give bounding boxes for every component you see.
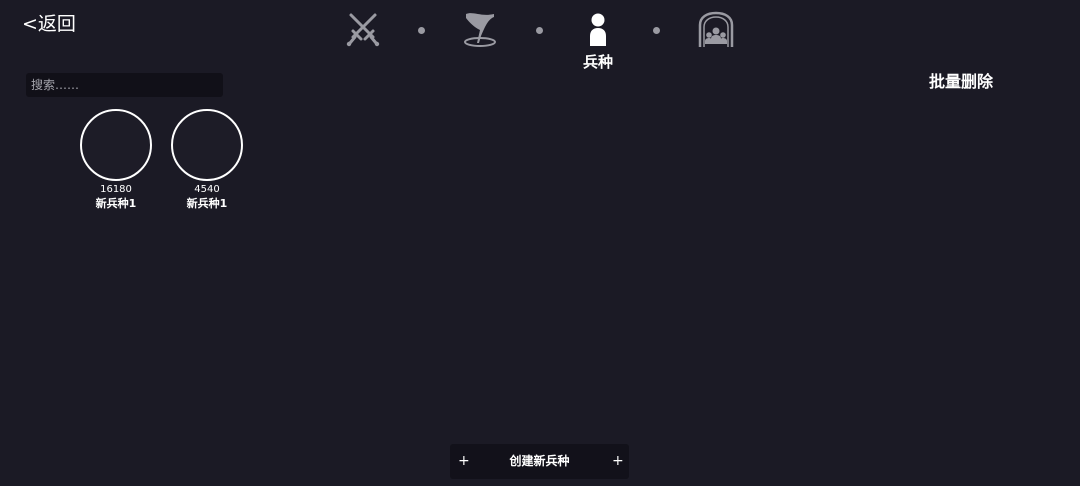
soldier-icon: [590, 13, 606, 46]
create-unit-button[interactable]: + 创建新兵种 +: [450, 444, 629, 479]
step-navigation: 兵种: [0, 10, 1080, 80]
unit-count: 4540: [194, 184, 220, 195]
plus-icon: +: [612, 453, 624, 469]
nav-step-flag[interactable]: [450, 10, 510, 74]
search-input[interactable]: [26, 73, 223, 97]
nav-step-unit-type[interactable]: 兵种: [568, 10, 628, 74]
nav-separator-dot: [536, 27, 543, 34]
create-unit-label: 创建新兵种: [509, 454, 570, 468]
army-group-icon: [698, 11, 734, 47]
unit-name: 新兵种1: [186, 197, 228, 210]
unit-name: 新兵种1: [95, 197, 137, 210]
crossed-swords-icon: [346, 13, 380, 47]
unit-card[interactable]: 4540 新兵种1: [170, 109, 244, 211]
unit-editor-screen: <返回 兵种 批量删除 搜索…… 16180 新兵种1 4540 新兵种1 + …: [0, 0, 1080, 486]
flag-icon: [464, 13, 496, 47]
unit-avatar[interactable]: [171, 109, 243, 181]
unit-avatar[interactable]: [80, 109, 152, 181]
nav-separator-dot: [653, 27, 660, 34]
unit-count: 16180: [100, 184, 132, 195]
nav-separator-dot: [418, 27, 425, 34]
unit-card[interactable]: 16180 新兵种1: [79, 109, 153, 211]
batch-delete-button[interactable]: 批量删除: [929, 71, 993, 93]
nav-step-battle[interactable]: [333, 10, 393, 74]
nav-step-army[interactable]: [686, 10, 746, 74]
nav-step-label: 兵种: [582, 53, 613, 71]
